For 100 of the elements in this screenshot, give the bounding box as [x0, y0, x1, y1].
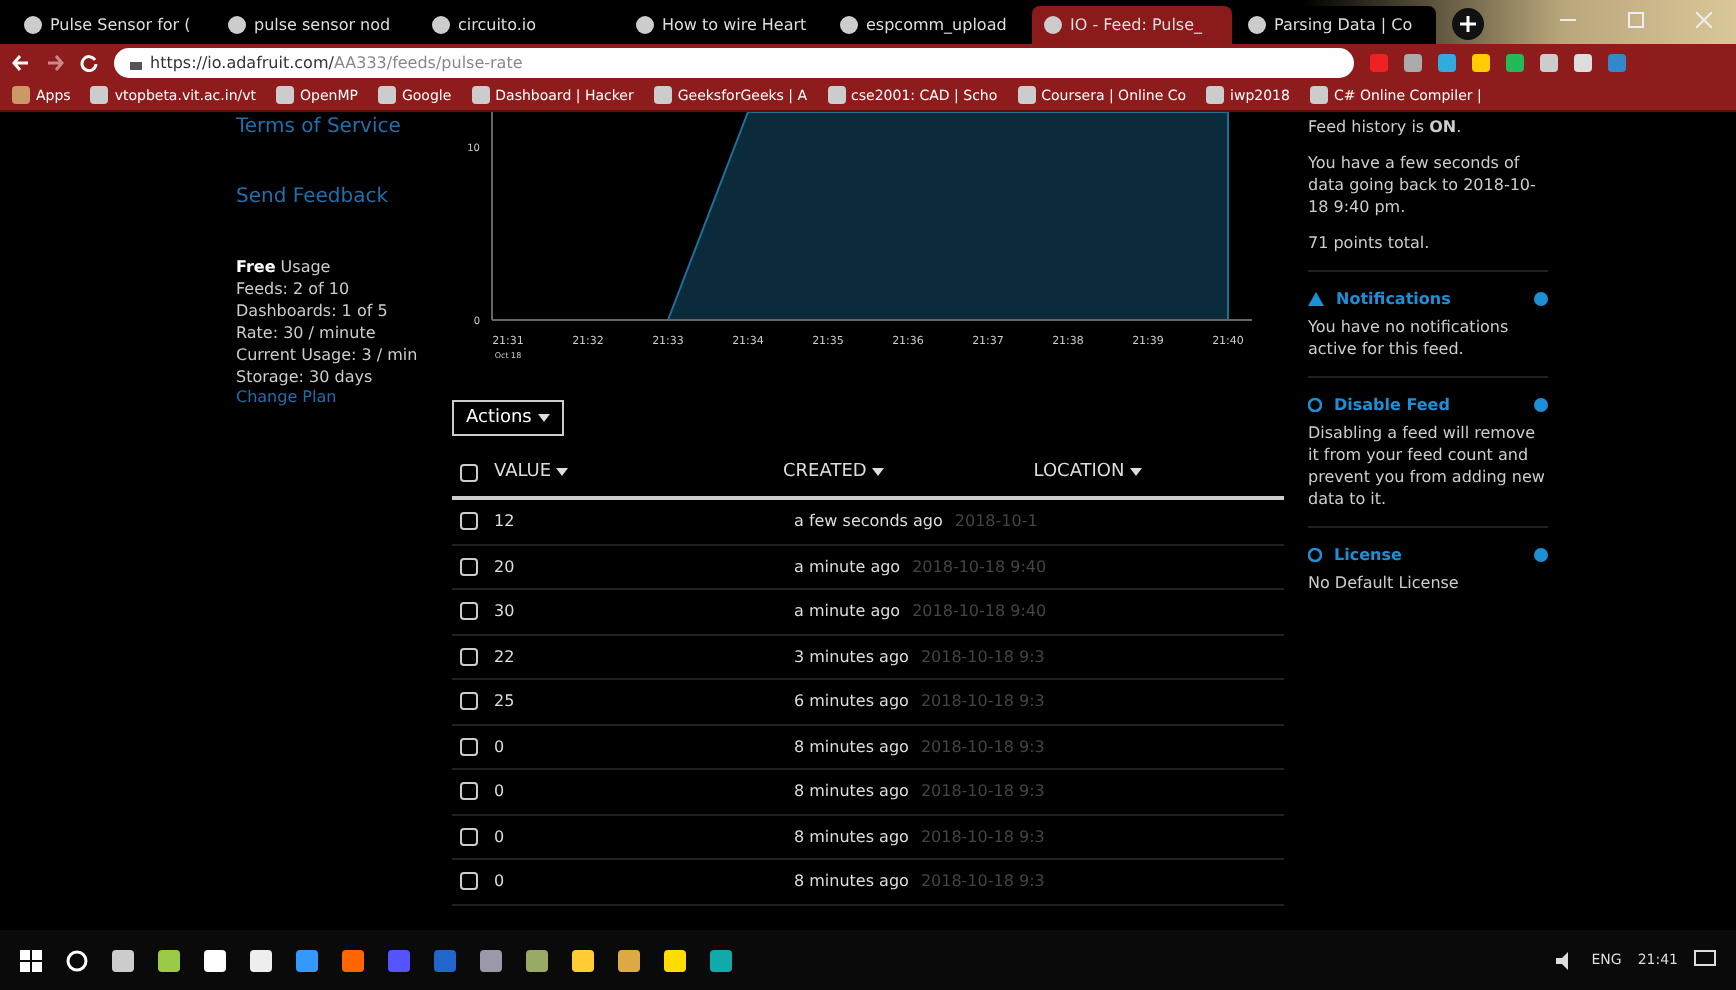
favicon-icon	[24, 16, 42, 34]
created-cell: a minute ago	[794, 602, 901, 621]
bookmark-icon	[90, 86, 109, 104]
favicon-icon	[840, 16, 858, 34]
value-cell-text: 0	[494, 782, 507, 801]
bookmark-icon	[1206, 86, 1225, 104]
usage-line: Rate: 30 / minute	[236, 322, 378, 344]
bookmark-icon	[1309, 86, 1328, 104]
timestamp-cell: 2018-10-18 9:3	[920, 782, 1045, 801]
bookmark-icon	[276, 86, 294, 104]
timestamp-cell: 2018-10-18 9:40	[912, 557, 1047, 576]
timestamp-cell: 2018-10-18 9:3	[920, 692, 1045, 711]
row-checkbox[interactable]	[460, 512, 478, 531]
row-checkbox[interactable]	[460, 872, 478, 891]
timestamp-cell: 2018-10-18 9:40	[912, 602, 1047, 621]
usage-line: Current Usage: 3 / min	[236, 344, 420, 366]
value-cell-text: 0	[494, 737, 507, 756]
row-checkbox[interactable]	[460, 827, 478, 846]
taskbar-app-icon[interactable]	[342, 949, 364, 971]
timestamp-cell: 2018-10-18 9:3	[920, 827, 1045, 846]
taskbar-app-icon[interactable]	[250, 949, 272, 971]
history-text: You have a few seconds of data going back to 2018-10-18 9:40 pm.	[1308, 152, 1538, 218]
column-header[interactable]: LOCATION	[1033, 462, 1125, 482]
taskbar-app-icon[interactable]	[158, 949, 180, 971]
created-cell: 8 minutes ago	[794, 827, 909, 846]
usage-line: Feeds: 2 of 10	[236, 278, 352, 300]
favicon-icon	[432, 16, 450, 34]
footer-link[interactable]: Terms of Service	[236, 116, 440, 138]
reload-icon[interactable]	[80, 53, 98, 71]
created-cell: a minute ago	[794, 557, 901, 576]
bookmark-icon	[12, 86, 30, 104]
browser-tab[interactable]: IO - Feed: Pulse_	[1032, 6, 1232, 44]
history-status: Feed history is ON.	[1308, 116, 1464, 138]
new-tab-icon[interactable]	[1452, 8, 1484, 40]
created-cell: 8 minutes ago	[794, 737, 909, 756]
caret-icon	[1130, 468, 1143, 476]
taskbar-app-icon[interactable]	[204, 949, 226, 971]
taskbar-app-icon[interactable]	[526, 949, 548, 971]
row-checkbox[interactable]	[460, 782, 478, 801]
created-cell: 8 minutes ago	[794, 782, 909, 801]
created-cell: 6 minutes ago	[794, 692, 909, 711]
bookmark-icon	[827, 86, 846, 104]
taskbar-app-icon[interactable]	[572, 949, 594, 971]
row-checkbox[interactable]	[460, 737, 478, 756]
value-cell-text: 0	[494, 872, 507, 891]
row-checkbox[interactable]	[460, 602, 478, 621]
section-title: License	[1334, 544, 1404, 566]
row-checkbox[interactable]	[460, 647, 478, 666]
favicon-icon	[636, 16, 654, 34]
windows-start-icon[interactable]	[20, 949, 42, 971]
value-cell-text: 30	[494, 602, 517, 621]
section-text: You have no notifications active for this feed.	[1308, 316, 1511, 360]
usage-line: Storage: 30 days	[236, 366, 375, 388]
history-text: 71 points total.	[1308, 232, 1432, 254]
row-checkbox[interactable]	[460, 557, 478, 576]
column-header[interactable]: CREATED	[783, 462, 867, 482]
bookmark-icon	[1017, 86, 1036, 104]
bookmark-icon	[377, 86, 396, 104]
forward-icon[interactable]	[46, 53, 64, 71]
created-cell: 3 minutes ago	[794, 647, 909, 666]
timestamp-cell: 2018-10-1	[954, 512, 1038, 531]
caret-icon	[556, 468, 569, 476]
created-cell: 8 minutes ago	[794, 872, 909, 891]
value-cell-text: 0	[494, 827, 507, 846]
taskbar-app-icon[interactable]	[710, 949, 732, 971]
section-title: Notifications	[1336, 288, 1453, 310]
taskbar-app-icon[interactable]	[112, 949, 134, 971]
timestamp-cell: 2018-10-18 9:3	[920, 737, 1045, 756]
taskbar-app-icon[interactable]	[296, 949, 318, 971]
settings-icon[interactable]	[1534, 292, 1548, 306]
settings-icon[interactable]	[1534, 548, 1548, 562]
bookmark-icon	[653, 86, 672, 104]
taskbar-app-icon[interactable]	[480, 949, 502, 971]
row-checkbox[interactable]	[460, 692, 478, 711]
usage-title: Free Usage	[236, 256, 333, 278]
warning-icon	[1308, 292, 1324, 306]
actions-button[interactable]: Actions	[452, 400, 564, 436]
footer-link[interactable]: Send Feedback	[236, 186, 440, 208]
caret-icon	[537, 414, 550, 422]
usage-line: Dashboards: 1 of 5	[236, 300, 390, 322]
value-cell-text: 25	[494, 692, 517, 711]
notification-icon[interactable]	[1694, 950, 1716, 970]
taskbar-app-icon[interactable]	[664, 949, 686, 971]
back-icon[interactable]	[12, 53, 30, 71]
address-bar[interactable]: https://io.adafruit.com/AA333/feeds/pulse-rate	[114, 47, 1354, 77]
timestamp-cell: 2018-10-18 9:3	[920, 872, 1045, 891]
change-plan-link[interactable]: Change Plan	[236, 388, 440, 406]
section-text: No Default License	[1308, 572, 1461, 594]
section-title: Disable Feed	[1334, 394, 1452, 416]
timestamp-cell: 2018-10-18 9:3	[920, 647, 1045, 666]
column-header[interactable]: VALUE	[494, 462, 552, 482]
created-cell: a few seconds ago	[794, 512, 943, 531]
select-all-checkbox[interactable]	[460, 463, 478, 481]
bookmark-icon	[471, 86, 490, 104]
settings-icon[interactable]	[1534, 398, 1548, 412]
value-cell-text: 22	[494, 647, 517, 666]
taskbar-app-icon[interactable]	[618, 949, 640, 971]
favicon-icon	[1248, 16, 1266, 34]
section-text: Disabling a feed will remove it from your feed count and prevent you from adding new data to it.	[1308, 422, 1547, 510]
search-icon[interactable]	[66, 949, 88, 971]
